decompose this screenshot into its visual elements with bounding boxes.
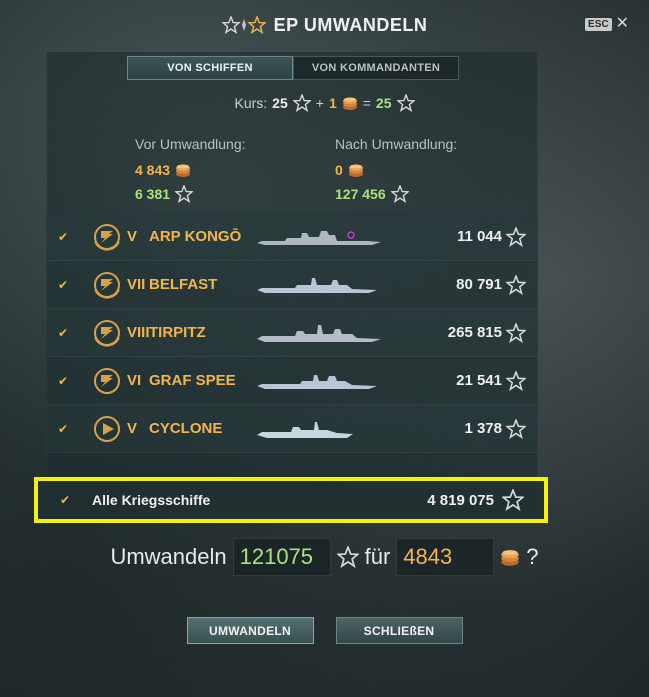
- rate-xp-amount: 25: [272, 95, 288, 111]
- for-label: für: [364, 544, 391, 569]
- doubloon-icon: [176, 164, 191, 177]
- close-icon[interactable]: ✕: [616, 16, 629, 32]
- elite-emblem-icon: [94, 319, 120, 347]
- rate-result: 25: [375, 95, 392, 111]
- ship-name: ARP KONGŌ: [149, 228, 242, 245]
- after-xp: 127 456: [335, 186, 386, 202]
- tab-bar: VON SCHIFFEN VON KOMMANDANTEN: [127, 56, 459, 80]
- convert-button[interactable]: UMWANDELN: [186, 617, 314, 644]
- free-xp-icon: [221, 16, 266, 34]
- after-gold: 0: [335, 162, 343, 178]
- ship-silhouette-icon: [257, 230, 381, 245]
- after-column: Nach Umwandlung: 0 127 456: [335, 136, 457, 206]
- before-label: Vor Umwandlung:: [135, 136, 246, 152]
- star-icon: [506, 275, 526, 295]
- ship-silhouette-icon: [257, 277, 377, 293]
- star-icon: [175, 185, 194, 203]
- all-ships-row[interactable]: ✔ Alle Kriegsschiffe 4 819 075: [34, 477, 548, 523]
- all-ships-label: Alle Kriegsschiffe: [92, 492, 211, 508]
- list-item[interactable]: ✔ V ARP KONGŌ 11 044: [46, 213, 538, 261]
- ship-xp: 1 378: [464, 420, 502, 437]
- ship-xp: 80 791: [456, 276, 502, 293]
- question-mark: ?: [526, 544, 539, 569]
- before-column: Vor Umwandlung: 4 843 6 381: [135, 136, 246, 206]
- ship-silhouette-icon: [257, 421, 353, 438]
- ship-name: TIRPITZ: [149, 324, 206, 341]
- list-item[interactable]: [46, 453, 538, 475]
- star-icon: [396, 94, 415, 112]
- ship-tier: VII: [127, 276, 146, 293]
- convert-prefix: Umwandeln: [110, 544, 227, 569]
- star-icon: [506, 323, 526, 343]
- rate-plus: +: [315, 95, 324, 111]
- star-icon: [502, 489, 524, 511]
- esc-badge: ESC: [585, 17, 612, 31]
- elite-emblem-icon: [94, 271, 120, 299]
- list-item[interactable]: ✔ VIII TIRPITZ 265 815: [46, 309, 538, 357]
- exchange-rate: Kurs: 25 + 1 = 25: [0, 94, 649, 112]
- ship-list: ✔ V ARP KONGŌ 11 044 ✔ VII BELFAST 80 79…: [46, 213, 538, 475]
- star-icon: [506, 419, 526, 439]
- check-icon[interactable]: ✔: [46, 422, 80, 436]
- elite-emblem-icon: [94, 223, 120, 251]
- ship-xp: 21 541: [456, 372, 502, 389]
- check-icon[interactable]: ✔: [46, 374, 80, 388]
- action-buttons: UMWANDELN SCHLIEßEN: [0, 617, 649, 644]
- before-xp: 6 381: [135, 186, 171, 202]
- ship-tier: V: [127, 420, 138, 437]
- star-icon: [336, 546, 359, 568]
- check-icon[interactable]: ✔: [38, 493, 92, 507]
- convert-form: Umwandeln 121075 für 4843 ?: [0, 538, 649, 576]
- star-icon: [390, 185, 409, 203]
- check-icon[interactable]: ✔: [46, 326, 80, 340]
- ship-tier: V: [127, 228, 138, 245]
- ship-tier: VI: [127, 372, 142, 389]
- star-icon: [506, 227, 526, 247]
- star-icon: [506, 371, 526, 391]
- doubloon-icon: [501, 550, 520, 566]
- doubloon-icon: [348, 164, 363, 177]
- after-label: Nach Umwandlung:: [335, 136, 458, 152]
- rate-label: Kurs:: [234, 95, 268, 111]
- ship-silhouette-icon: [257, 324, 381, 342]
- list-item[interactable]: ✔ VII BELFAST 80 791: [46, 261, 538, 309]
- close-control[interactable]: ESC ✕: [585, 16, 629, 32]
- tab-from-commanders[interactable]: VON KOMMANDANTEN: [293, 56, 459, 80]
- rate-gold-amount: 1: [328, 95, 337, 111]
- list-item[interactable]: ✔ V CYCLONE 1 378: [46, 405, 538, 453]
- check-icon[interactable]: ✔: [46, 278, 80, 292]
- star-icon: [292, 94, 311, 112]
- ship-tier: VIII: [127, 324, 150, 341]
- ship-name: CYCLONE: [149, 420, 223, 437]
- check-icon[interactable]: ✔: [46, 230, 80, 244]
- tab-from-ships[interactable]: VON SCHIFFEN: [127, 56, 293, 80]
- premium-emblem-icon: [94, 415, 120, 442]
- ship-silhouette-icon: [257, 374, 377, 389]
- ship-name: GRAF SPEE: [149, 372, 236, 389]
- title-bar: EP UMWANDELN ESC ✕: [0, 10, 649, 40]
- elite-emblem-icon: [94, 367, 120, 394]
- doubloon-icon: [342, 97, 357, 110]
- ship-xp: 265 815: [447, 324, 502, 341]
- ship-xp: 11 044: [456, 228, 502, 245]
- ship-name: BELFAST: [149, 276, 218, 293]
- xp-amount-input[interactable]: 121075: [232, 538, 331, 576]
- before-gold: 4 843: [135, 162, 171, 178]
- all-ships-xp: 4 819 075: [427, 491, 494, 509]
- close-button[interactable]: SCHLIEßEN: [335, 617, 463, 644]
- rate-equals: =: [362, 95, 371, 111]
- page-title: EP UMWANDELN: [273, 14, 428, 35]
- list-item[interactable]: ✔ VI GRAF SPEE 21 541: [46, 357, 538, 405]
- conversion-summary: Vor Umwandlung: 4 843 6 381 Nach Umwandl…: [135, 136, 555, 210]
- gold-amount-input[interactable]: 4843: [396, 538, 495, 576]
